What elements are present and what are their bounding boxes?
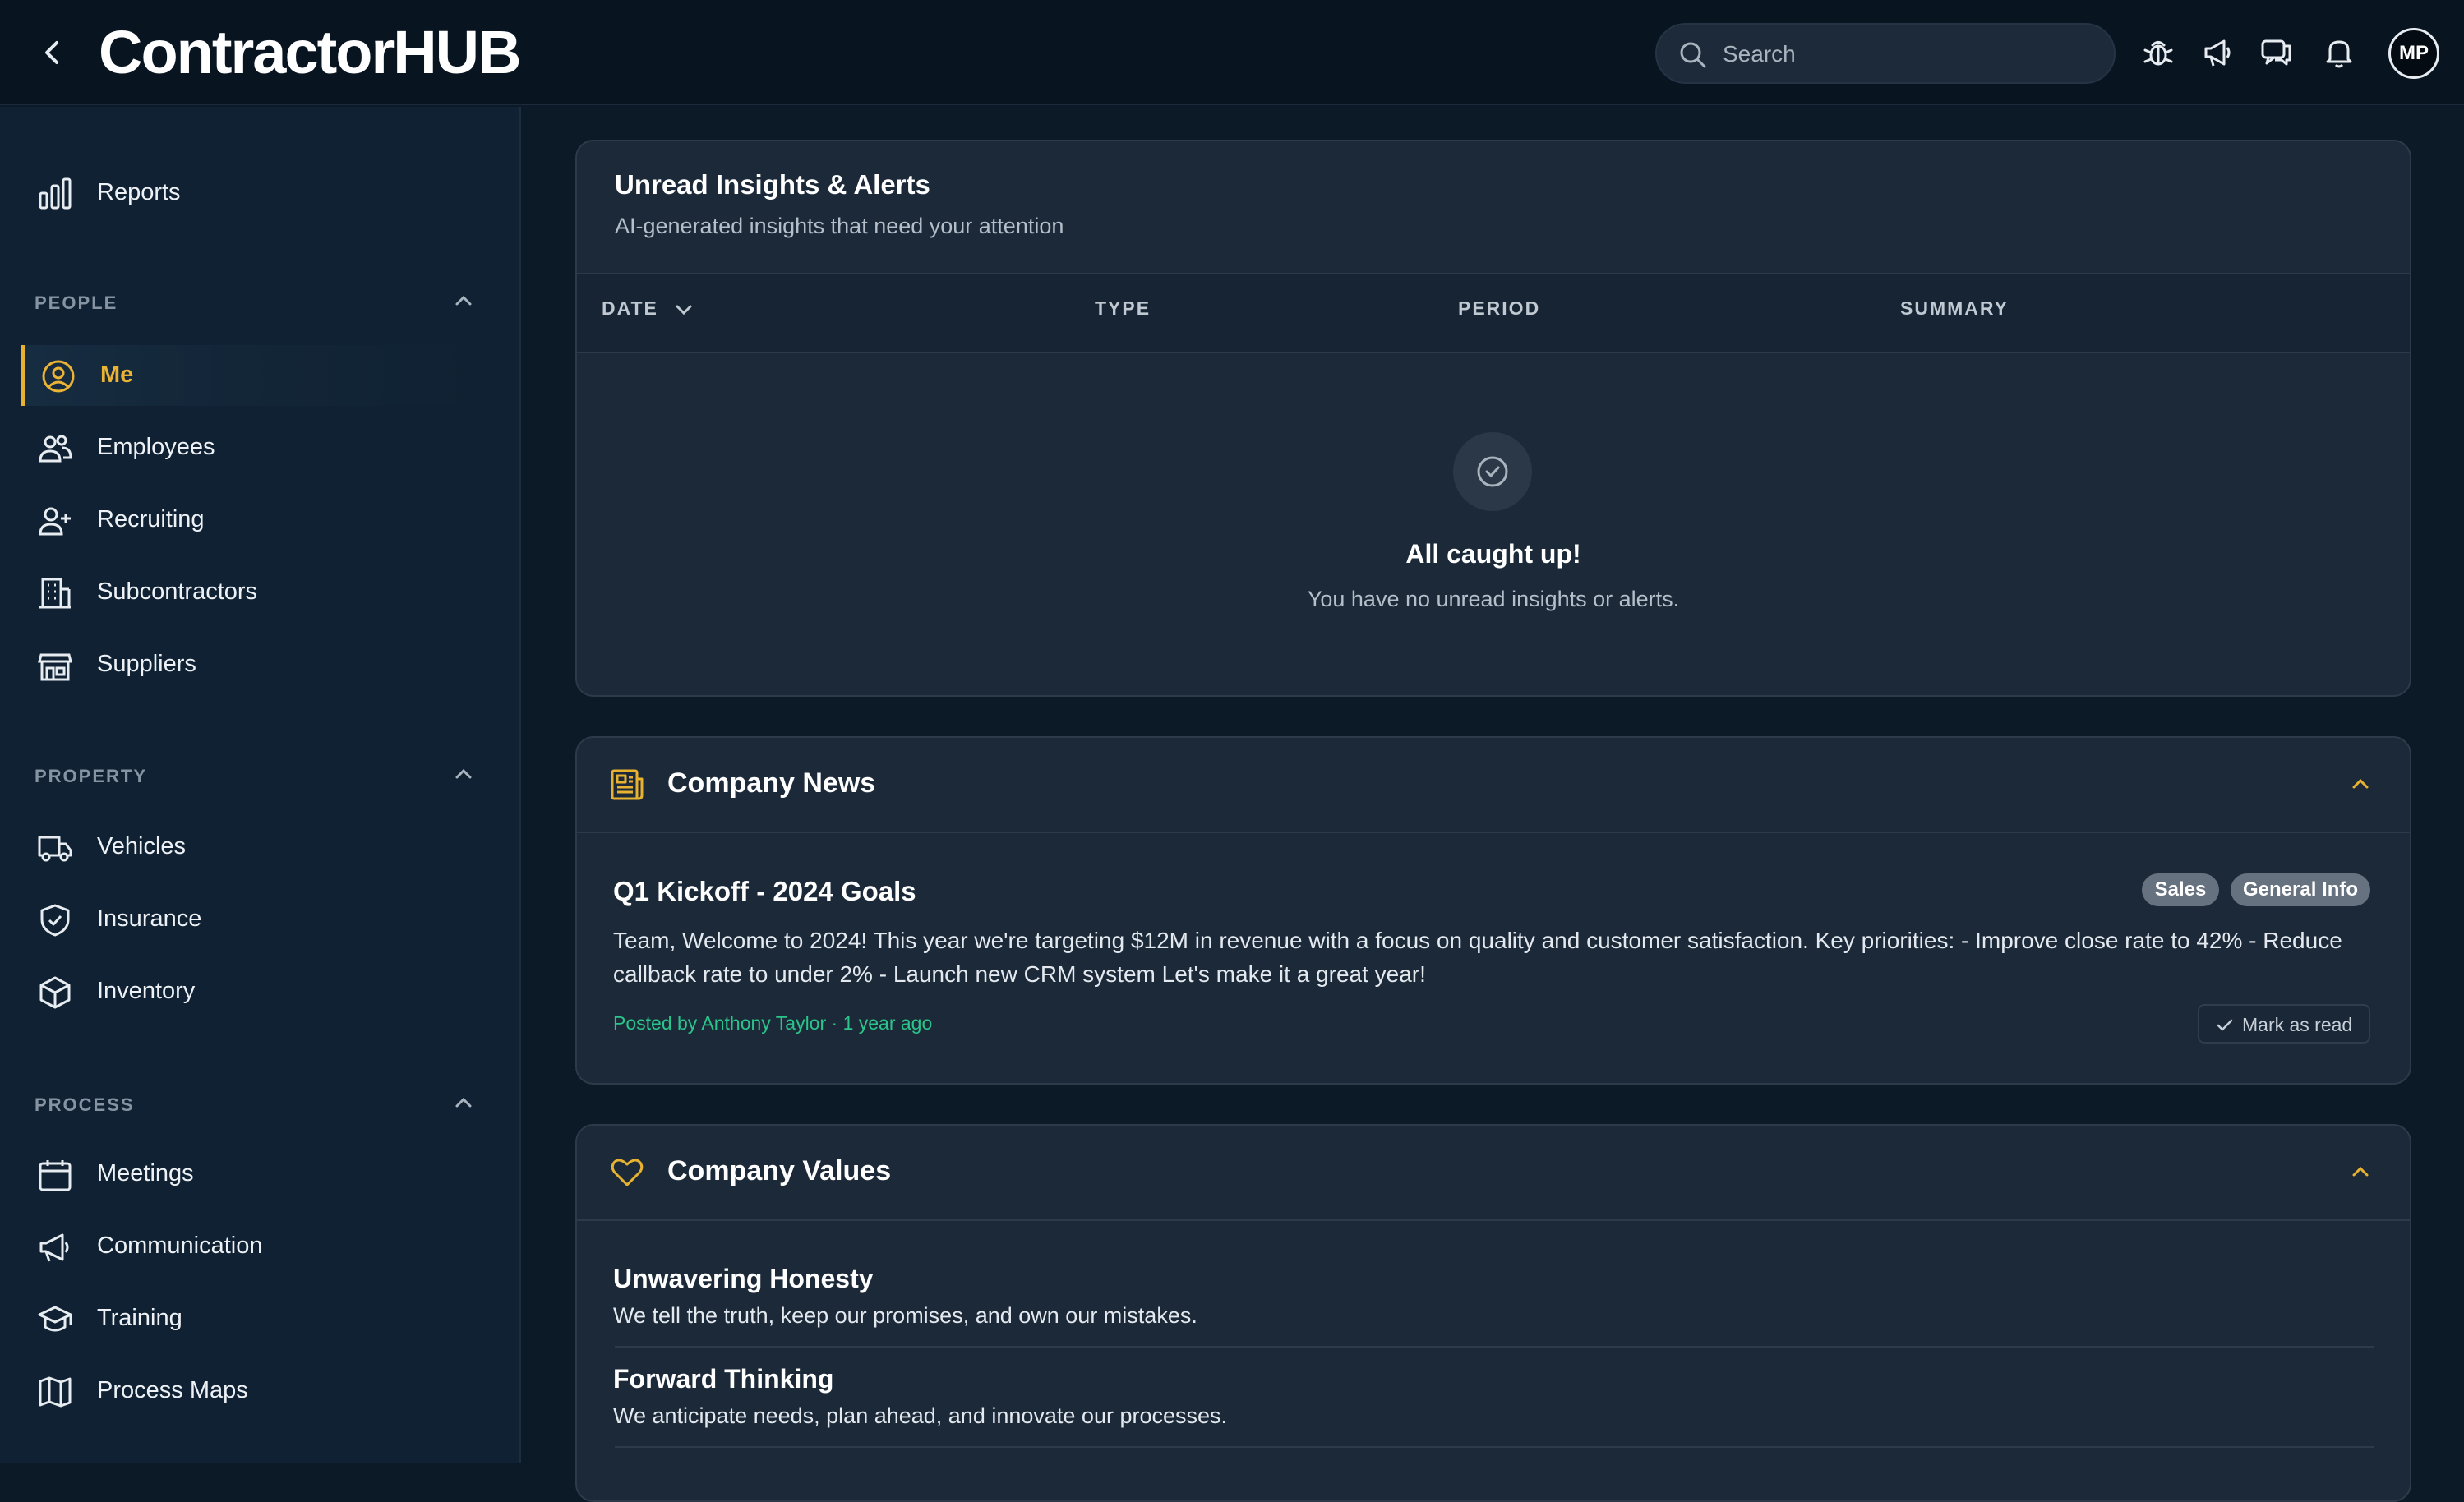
sidebar-item-label: Recruiting [97, 506, 205, 532]
sidebar-item-training[interactable]: Training [21, 1288, 482, 1349]
megaphone-icon[interactable] [2199, 35, 2236, 71]
chevron-up-icon[interactable] [450, 288, 477, 314]
user-plus-icon [39, 507, 71, 536]
sidebar-item-label: Process Maps [97, 1377, 248, 1403]
news-post-meta: Posted by Anthony Taylor · 1 year ago [613, 1012, 933, 1034]
check-circle-icon [1453, 432, 1532, 511]
back-arrow-icon[interactable] [36, 36, 69, 69]
sidebar-item-label: Me [100, 362, 134, 388]
bug-icon[interactable] [2140, 35, 2176, 71]
section-label-process: PROCESS [35, 1094, 135, 1115]
company-news-title: Company News [667, 767, 876, 799]
user-circle-icon [42, 360, 75, 393]
sidebar-item-me[interactable]: Me [21, 345, 482, 406]
sidebar-item-communication[interactable]: Communication [21, 1216, 482, 1277]
sidebar-item-label: Vehicles [97, 833, 187, 859]
top-bar: ContractorHUB MP [0, 0, 2464, 105]
sidebar-item-recruiting[interactable]: Recruiting [21, 490, 482, 551]
users-icon [39, 435, 72, 463]
sidebar-item-inventory[interactable]: Inventory [21, 961, 482, 1022]
divider [615, 1446, 2374, 1448]
megaphone-icon [39, 1233, 69, 1262]
insights-title: Unread Insights & Alerts [615, 169, 930, 200]
sidebar-item-label: Insurance [97, 905, 202, 932]
bell-icon[interactable] [2321, 35, 2357, 71]
sidebar: Reports PEOPLE Me Employees Recruiting S… [0, 107, 521, 1463]
mark-as-read-button[interactable]: Mark as read [2198, 1004, 2370, 1044]
column-header-summary[interactable]: SUMMARY [1900, 297, 2009, 320]
value-description: We tell the truth, keep our promises, an… [613, 1303, 1197, 1328]
shield-check-icon [40, 904, 70, 937]
sidebar-item-label: Meetings [97, 1160, 194, 1186]
check-icon [2217, 1019, 2233, 1031]
value-description: We anticipate needs, plan ahead, and inn… [613, 1403, 1228, 1428]
map-icon [39, 1376, 72, 1408]
company-values-title: Company Values [667, 1155, 892, 1186]
sidebar-item-label: Suppliers [97, 651, 196, 677]
empty-state-text: You have no unread insights or alerts. [1307, 587, 1680, 611]
sidebar-item-vehicles[interactable]: Vehicles [21, 817, 482, 878]
column-header-date[interactable]: DATE [602, 297, 694, 320]
chevron-down-icon [676, 305, 692, 316]
column-header-period[interactable]: PERIOD [1458, 297, 1540, 320]
app-logo[interactable]: ContractorHUB [99, 18, 522, 87]
divider [577, 352, 2410, 353]
sidebar-item-process-maps[interactable]: Process Maps [21, 1361, 482, 1421]
sidebar-item-label: Communication [97, 1232, 263, 1259]
search-input[interactable] [1723, 36, 2093, 72]
divider [577, 832, 2410, 833]
user-avatar[interactable]: MP [2388, 28, 2439, 79]
sidebar-item-subcontractors[interactable]: Subcontractors [21, 562, 482, 623]
news-post-body: Team, Welcome to 2024! This year we're t… [613, 928, 2342, 987]
empty-state-title: All caught up! [1405, 539, 1581, 569]
sidebar-item-insurance[interactable]: Insurance [21, 889, 482, 950]
divider [615, 1346, 2374, 1348]
storefront-icon [38, 653, 72, 681]
value-name: Unwavering Honesty [613, 1264, 874, 1293]
chevron-up-icon[interactable] [450, 1090, 477, 1116]
sidebar-item-employees[interactable]: Employees [21, 417, 482, 478]
mark-as-read-label: Mark as read [2242, 1014, 2353, 1035]
column-header-type[interactable]: TYPE [1095, 297, 1151, 320]
sidebar-item-label: Training [97, 1305, 182, 1331]
divider [577, 1219, 2410, 1221]
chevron-up-icon[interactable] [2347, 771, 2374, 797]
building-icon [39, 578, 71, 609]
sidebar-item-meetings[interactable]: Meetings [21, 1144, 482, 1205]
search-icon [1680, 42, 1706, 68]
graduation-cap-icon [38, 1306, 72, 1332]
chevron-up-icon[interactable] [450, 761, 477, 787]
sidebar-item-suppliers[interactable]: Suppliers [21, 634, 482, 695]
search-bar[interactable] [1655, 23, 2116, 84]
insights-card: Unread Insights & Alerts AI-generated in… [575, 140, 2411, 697]
section-label-people: PEOPLE [35, 293, 118, 313]
calendar-icon [39, 1160, 72, 1191]
insights-subtitle: AI-generated insights that need your att… [615, 214, 1064, 238]
truck-icon [38, 836, 72, 862]
tag-badge: Sales [2142, 873, 2219, 906]
sidebar-item-label: Inventory [97, 978, 196, 1004]
sidebar-item-label: Subcontractors [97, 578, 258, 605]
chevron-up-icon[interactable] [2347, 1159, 2374, 1185]
tag-badge: General Info [2231, 873, 2370, 906]
value-name: Forward Thinking [613, 1364, 834, 1394]
sidebar-item-label: Employees [97, 434, 215, 460]
section-label-property: PROPERTY [35, 766, 148, 786]
bar-chart-icon [39, 177, 72, 210]
chat-icon[interactable] [2259, 35, 2295, 71]
newspaper-icon [611, 769, 644, 800]
news-post-title: Q1 Kickoff - 2024 Goals [613, 876, 916, 906]
sidebar-item-label: Reports [97, 179, 181, 205]
heart-icon [611, 1159, 644, 1186]
sidebar-item-reports[interactable]: Reports [21, 163, 482, 223]
cube-icon [39, 976, 71, 1009]
